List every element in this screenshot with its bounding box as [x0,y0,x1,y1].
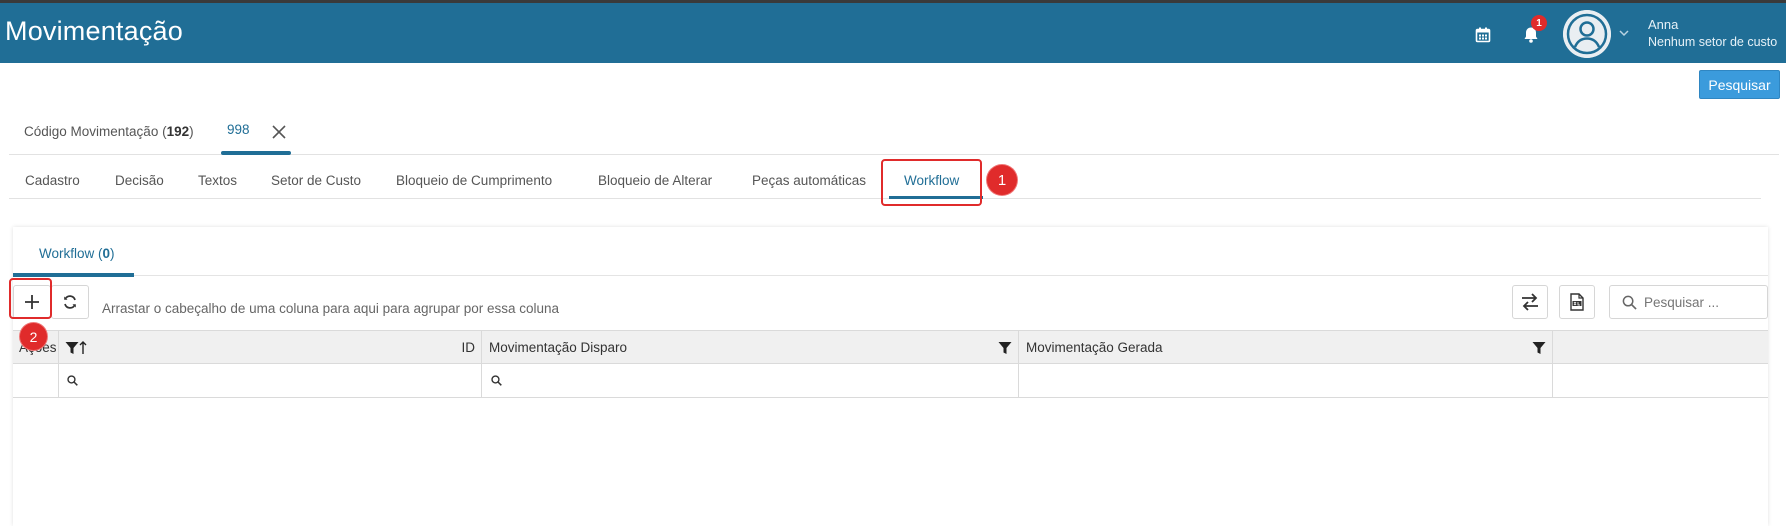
highlight-box-workflow-tab [881,159,982,206]
page-title: Movimentação [5,16,183,46]
inner-tab-count: 0 [102,246,111,261]
avatar[interactable] [1563,10,1611,58]
column-header-label: ID [461,340,476,355]
app-header: Movimentação 1 Anna Nenhum setor de cust… [0,3,1786,63]
tab-decisao[interactable]: Decisão [115,173,164,188]
notification-badge: 1 [1531,15,1547,31]
tab-label-prefix: Código Movimentação ( [24,124,167,139]
group-by-hint: Arrastar o cabeçalho de uma coluna para … [102,301,560,316]
step-marker-1: 1 [987,165,1017,195]
close-icon[interactable] [271,124,287,140]
step-marker-2: 2 [20,323,47,350]
search-icon [491,375,502,386]
calendar-icon[interactable] [1470,22,1496,48]
filter-cell-movimentacao-disparo[interactable] [482,364,1019,398]
tab-setor-de-custo[interactable]: Setor de Custo [271,173,361,188]
tab-textos[interactable]: Textos [198,173,237,188]
active-tab-indicator [13,273,134,277]
file-xls-icon [1570,293,1584,311]
grid-filter-row [13,364,1768,398]
filter-cell-acoes [13,364,59,398]
filter-icon[interactable] [65,341,79,355]
swap-columns-button[interactable] [1512,285,1548,319]
filter-cell-movimentacao-gerada [1019,364,1553,398]
tab-label-suffix: ) [189,124,194,139]
workflow-panel: Workflow (0) Arrastar o cabeçalho de uma… [13,227,1768,526]
column-header-movimentacao-disparo[interactable]: Movimentação Disparo [482,331,1019,365]
user-sector: Nenhum setor de custo [1648,35,1778,49]
chevron-down-icon[interactable] [1616,25,1632,41]
refresh-button[interactable] [51,285,89,319]
tab-workflow-list[interactable]: Workflow (0) [39,246,115,261]
search-icon [1622,295,1637,310]
export-xlsx-button[interactable] [1559,285,1595,319]
column-header-movimentacao-gerada[interactable]: Movimentação Gerada [1019,331,1553,365]
filter-icon[interactable] [998,341,1012,355]
tab-cadastro[interactable]: Cadastro [25,173,80,188]
column-header-label: Movimentação Disparo [489,340,628,355]
filter-icon[interactable] [1532,341,1546,355]
grid-header-row: Ações ID Movimentação Disparo Movimentaç… [13,330,1768,365]
column-header-id[interactable]: ID [59,331,482,365]
tab-record-998[interactable]: 998 [227,122,250,137]
highlight-box-add-button [9,278,52,319]
tab-bloqueio-de-alterar[interactable]: Bloqueio de Alterar [598,173,712,188]
column-header-label: Movimentação Gerada [1026,340,1163,355]
inner-tab-prefix: Workflow ( [39,246,103,261]
inner-tab-suffix: ) [110,246,115,261]
panel-tabs: Workflow (0) [13,227,1768,277]
tab-bloqueio-de-cumprimento[interactable]: Bloqueio de Cumprimento [396,173,552,188]
tab-count: 192 [166,124,190,139]
search-button[interactable]: Pesquisar [1699,70,1780,99]
tab-pecas-automaticas[interactable]: Peças automáticas [752,173,866,188]
active-tab-indicator [221,151,291,155]
refresh-icon [64,295,76,309]
user-name: Anna [1648,17,1679,32]
filter-cell-id[interactable] [59,364,482,398]
search-icon [67,375,78,386]
tab-codigo-movimentacao[interactable]: Código Movimentação (192) [24,124,194,139]
record-tabs: Código Movimentação (192) 998 [9,112,1779,155]
sort-ascending-icon[interactable] [79,341,87,355]
swap-icon [1522,293,1538,311]
